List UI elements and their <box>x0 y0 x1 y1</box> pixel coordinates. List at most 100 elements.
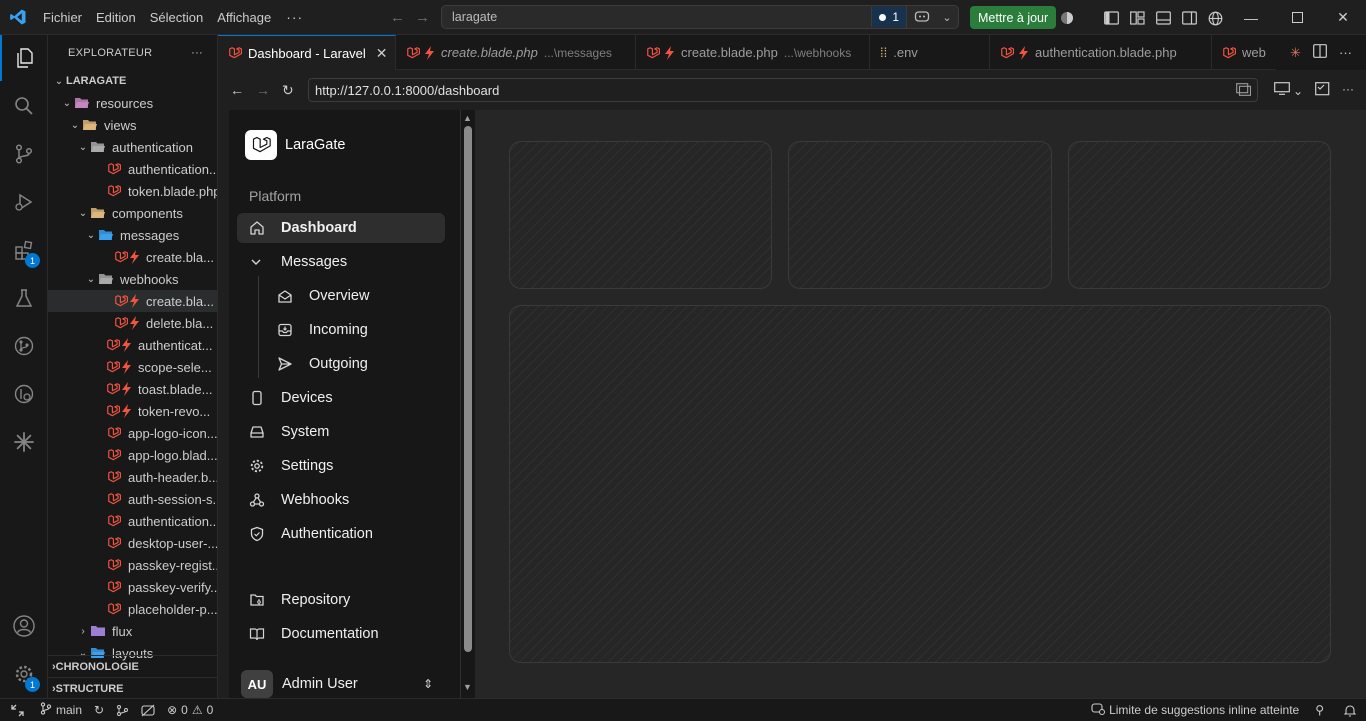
nav-item-dashboard[interactable]: Dashboard <box>237 213 445 243</box>
screen-share-icon[interactable]: ⌄ <box>1273 82 1303 99</box>
chevron-down-icon[interactable]: ⌄ <box>936 11 958 24</box>
editor-tab[interactable]: authentication.blade.php <box>990 35 1212 70</box>
editor-tab[interactable]: Dashboard - Laravel ✕ <box>218 35 396 70</box>
notifications-bell-icon[interactable] <box>1334 704 1366 717</box>
menu-more-icon[interactable]: ··· <box>278 9 311 25</box>
tree-file[interactable]: app-logo-icon... <box>48 422 217 444</box>
url-text[interactable]: http://127.0.0.1:8000/dashboard <box>315 83 499 98</box>
menu-item-edition[interactable]: Edition <box>89 0 143 35</box>
open-in-browser-icon[interactable] <box>1236 83 1252 99</box>
nav-item-messages[interactable]: Messages <box>237 247 445 277</box>
tree-folder[interactable]: ⌄ messages <box>48 224 217 246</box>
claude-spark-icon[interactable]: ✳ <box>1290 45 1301 61</box>
toggle-secondary-sidebar-icon[interactable] <box>1182 10 1197 25</box>
tree-folder[interactable]: ⌄ webhooks <box>48 268 217 290</box>
tree-file[interactable]: authenticat... <box>48 334 217 356</box>
git-graph-status-icon[interactable] <box>110 704 135 717</box>
reload-icon[interactable]: ↻ <box>282 82 294 99</box>
nav-item-devices[interactable]: Devices <box>237 383 445 413</box>
tree-folder[interactable]: ⌄ resources <box>48 92 217 114</box>
sync-icon[interactable]: ↻ <box>88 703 110 717</box>
git-graph-icon[interactable] <box>0 323 48 369</box>
url-field[interactable]: http://127.0.0.1:8000/dashboard <box>308 78 1258 102</box>
problems-status[interactable]: ⊗ 0 ⚠ 0 <box>161 703 219 717</box>
nav-item-documentation[interactable]: Documentation <box>237 619 445 649</box>
nav-item-repository[interactable]: Repository <box>237 585 445 615</box>
tree-folder[interactable]: ⌄ authentication <box>48 136 217 158</box>
tree-file[interactable]: app-logo.blad... <box>48 444 217 466</box>
layout-grid-icon[interactable] <box>1130 10 1145 25</box>
nav-item-authentication[interactable]: Authentication <box>237 519 445 549</box>
editor-tab[interactable]: create.blade.php ...\webhooks <box>636 35 870 70</box>
run-debug-icon[interactable] <box>0 179 48 225</box>
testing-flask-icon[interactable] <box>0 275 48 321</box>
back-icon[interactable]: ← <box>230 82 244 99</box>
toggle-panel-icon[interactable] <box>1156 10 1171 25</box>
menu-item-fichier[interactable]: Fichier <box>36 0 89 35</box>
tree-file[interactable]: auth-header.b... <box>48 466 217 488</box>
maximize-icon[interactable] <box>1274 0 1320 35</box>
source-control-icon[interactable] <box>0 131 48 177</box>
tree-folder[interactable]: ⌄ views <box>48 114 217 136</box>
update-button[interactable]: Mettre à jour <box>970 6 1057 29</box>
account-icon[interactable] <box>0 603 48 649</box>
more-actions-icon[interactable]: ··· <box>1339 45 1352 60</box>
tree-folder[interactable]: › flux <box>48 620 217 642</box>
branch-status[interactable]: main <box>34 702 88 718</box>
nav-item-overview[interactable]: Overview <box>265 281 445 311</box>
key-icon[interactable]: ⚲ <box>1305 703 1334 717</box>
copilot-icon[interactable] <box>906 6 936 28</box>
scroll-down-icon[interactable]: ▼ <box>463 682 472 692</box>
page-scrollbar[interactable]: ▲ ▼ <box>461 110 475 698</box>
command-center-search[interactable]: laragate <box>442 10 871 24</box>
tree-file[interactable]: desktop-user-... <box>48 532 217 554</box>
toggle-sidebar-icon[interactable] <box>1104 10 1119 25</box>
extensions-icon[interactable]: 1 <box>0 227 48 273</box>
user-menu[interactable]: AU Admin User ⇕ <box>241 670 433 698</box>
tree-file[interactable]: token.blade.php <box>48 180 217 202</box>
forward-arrow-icon[interactable]: → <box>415 9 430 26</box>
menu-item-selection[interactable]: Sélection <box>143 0 210 35</box>
tree-file[interactable]: passkey-regist... <box>48 554 217 576</box>
close-window-icon[interactable]: ✕ <box>1320 0 1366 35</box>
manage-gear-icon[interactable]: 1 <box>0 651 48 697</box>
browser-more-icon[interactable]: ··· <box>1342 82 1354 99</box>
forward-icon[interactable]: → <box>256 82 270 99</box>
copilot-status[interactable]: Limite de suggestions inline atteinte <box>1085 702 1305 718</box>
no-connection-icon[interactable] <box>135 704 161 717</box>
claude-spark-icon[interactable] <box>0 419 48 465</box>
tree-file[interactable]: token-revo... <box>48 400 217 422</box>
remote-explorer-icon[interactable] <box>0 371 48 417</box>
tree-file[interactable]: auth-session-s... <box>48 488 217 510</box>
menu-item-affichage[interactable]: Affichage <box>210 0 278 35</box>
accounts-half-circle-icon[interactable] <box>1060 11 1074 25</box>
scroll-up-icon[interactable]: ▲ <box>463 113 472 123</box>
tree-file[interactable]: create.bla... <box>48 246 217 268</box>
tree-file[interactable]: scope-sele... <box>48 356 217 378</box>
split-editor-icon[interactable] <box>1313 44 1327 61</box>
editor-tab[interactable]: create.blade.php ...\messages <box>396 35 636 70</box>
chat-badge[interactable]: 1 <box>871 7 906 27</box>
tree-file[interactable]: authentication... <box>48 510 217 532</box>
globe-icon[interactable] <box>1208 11 1223 25</box>
back-arrow-icon[interactable]: ← <box>390 9 405 26</box>
preview-checklist-icon[interactable] <box>1315 82 1330 99</box>
tree-file[interactable]: delete.bla... <box>48 312 217 334</box>
nav-item-system[interactable]: System <box>237 417 445 447</box>
explorer-more-icon[interactable]: ··· <box>191 47 203 59</box>
search-icon[interactable] <box>0 83 48 129</box>
nav-item-settings[interactable]: Settings <box>237 451 445 481</box>
minimize-icon[interactable]: — <box>1228 0 1274 35</box>
nav-item-webhooks[interactable]: Webhooks <box>237 485 445 515</box>
section-outline[interactable]: › STRUCTURE <box>48 677 217 698</box>
tree-file[interactable]: placeholder-p... <box>48 598 217 620</box>
tree-file[interactable]: authentication... <box>48 158 217 180</box>
tree-root[interactable]: ⌄ LARAGATE <box>48 70 217 92</box>
tree-folder[interactable]: ⌄ components <box>48 202 217 224</box>
explorer-files-icon[interactable] <box>0 35 48 81</box>
remote-indicator-icon[interactable] <box>0 699 34 721</box>
brand[interactable]: LaraGate <box>245 130 345 160</box>
nav-item-outgoing[interactable]: Outgoing <box>265 349 445 379</box>
editor-tab[interactable]: ⁞⁞ .env <box>870 35 990 70</box>
section-timeline[interactable]: › CHRONOLOGIE <box>48 655 217 677</box>
